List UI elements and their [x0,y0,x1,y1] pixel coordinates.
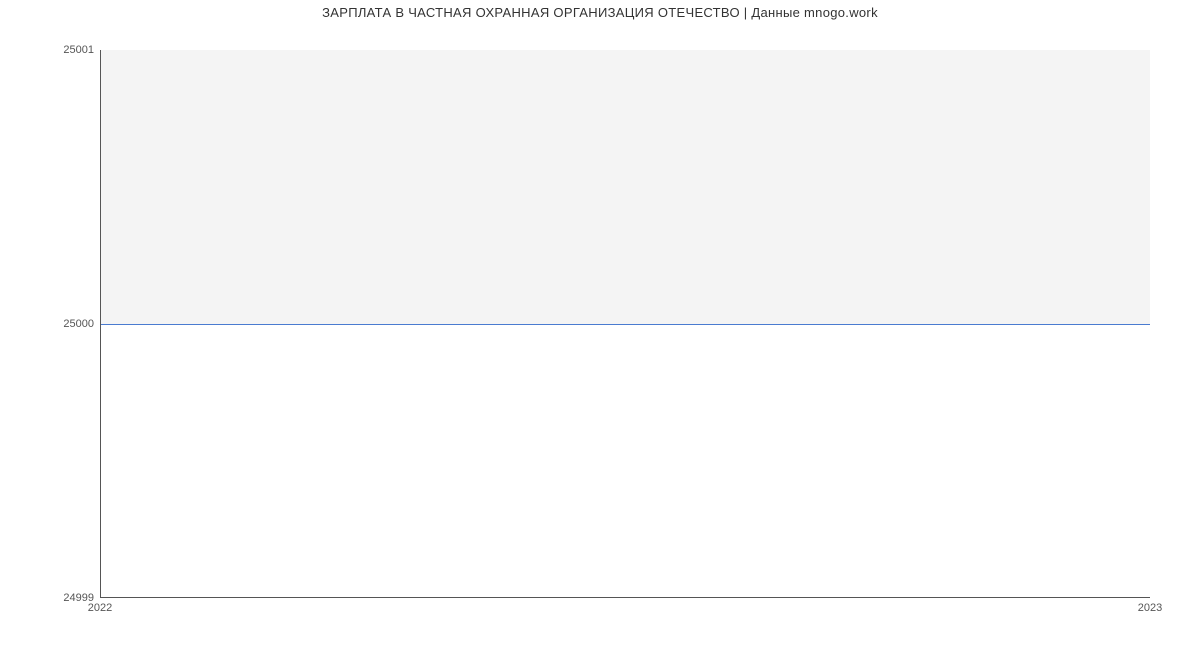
x-tick-label: 2023 [1138,602,1162,614]
chart-title: ЗАРПЛАТА В ЧАСТНАЯ ОХРАННАЯ ОРГАНИЗАЦИЯ … [0,0,1200,20]
data-line [101,324,1150,325]
fill-region [101,50,1150,324]
plot-area [100,50,1150,598]
y-tick-label: 25001 [63,44,94,56]
y-tick-label: 25000 [63,318,94,330]
chart-area: 24999 25000 25001 2022 2023 [100,50,1150,598]
x-tick-label: 2022 [88,602,112,614]
